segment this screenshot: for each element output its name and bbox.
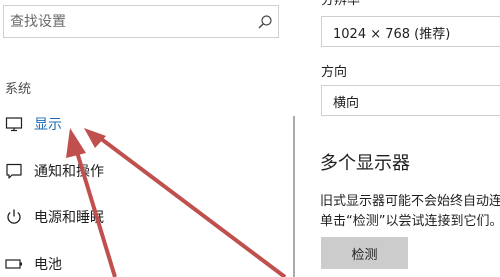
display-settings-panel: 分辨率 1024 × 768 (推荐) 方向 横向 多个显示器 旧式显示器可能不… [300,0,500,277]
resolution-label: 分辨率 [321,0,361,8]
multi-display-heading: 多个显示器 [320,153,410,174]
multi-display-description: 旧式显示器可能不会始终自动连接。单击“检测”以尝试连接到它们。 [320,194,500,229]
monitor-icon [5,117,23,132]
sidebar-item-power[interactable]: 电源和睡眠 [0,201,280,233]
search-icon[interactable] [257,14,273,30]
section-label-system: 系统 [5,82,32,97]
orientation-dropdown[interactable]: 横向 [321,85,500,116]
sidebar-item-label: 电池 [34,257,62,273]
sidebar-item-label: 电源和睡眠 [34,210,104,226]
sidebar-item-label: 通知和操作 [34,164,104,180]
orientation-label: 方向 [321,65,348,80]
power-icon [7,209,21,224]
resolution-value: 1024 × 768 (推荐) [333,27,451,42]
sidebar-scrollbar[interactable] [293,116,295,277]
sidebar-item-label: 显示 [34,117,62,133]
battery-icon [5,259,22,269]
detect-button[interactable]: 检测 [321,237,408,269]
settings-window: 系统 显示 通知和操作 电源和睡眠 [0,0,500,277]
search-input[interactable] [10,6,250,37]
sidebar-item-notifications[interactable]: 通知和操作 [0,155,280,187]
search-box[interactable] [3,5,279,38]
resolution-dropdown[interactable]: 1024 × 768 (推荐) [321,16,500,47]
sidebar-item-display[interactable]: 显示 [0,108,280,140]
notification-icon [6,163,22,179]
sidebar-item-battery[interactable]: 电池 [0,248,280,277]
orientation-value: 横向 [333,96,360,111]
settings-sidebar: 系统 显示 通知和操作 电源和睡眠 [0,0,296,277]
